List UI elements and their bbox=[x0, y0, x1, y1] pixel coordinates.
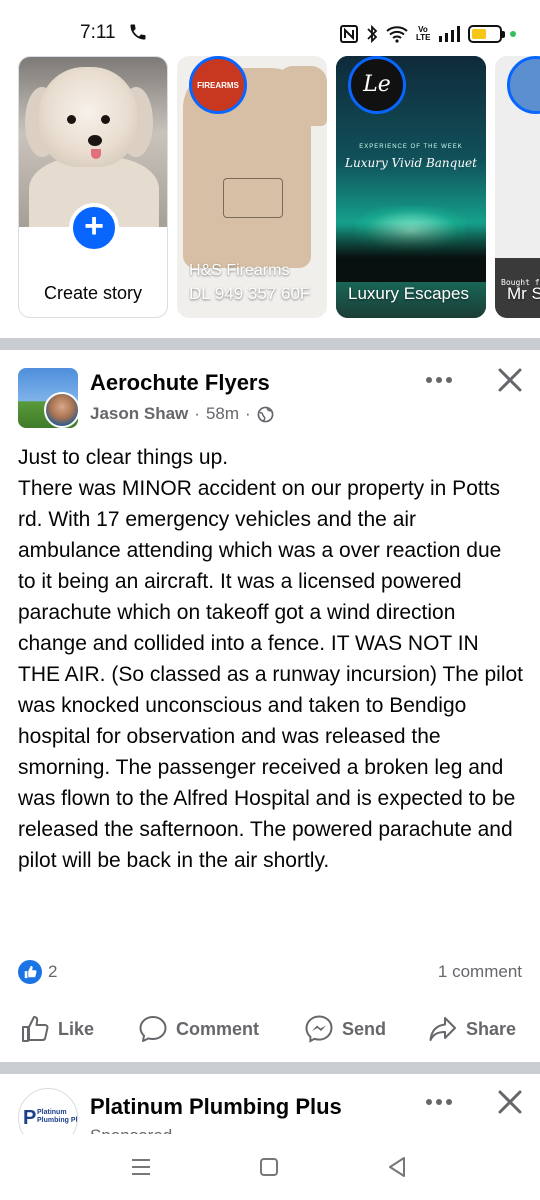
meta-separator: · bbox=[194, 404, 200, 423]
story-sublabel: DL 949 357 60F bbox=[189, 284, 311, 303]
like-button[interactable]: Like bbox=[20, 1014, 94, 1044]
story-subtitle: EXPERIENCE OF THE WEEK bbox=[359, 144, 463, 150]
comment-icon bbox=[139, 1016, 167, 1042]
post-body-text: Just to clear things up. There was MINOR… bbox=[18, 446, 523, 872]
sponsored-label: Sponsored bbox=[90, 1126, 172, 1134]
story-label: H&S Firearms bbox=[189, 262, 290, 279]
share-button[interactable]: Share bbox=[428, 1014, 516, 1044]
post-actions: Like Comment Send Share bbox=[0, 1014, 540, 1050]
send-label: Send bbox=[342, 1018, 387, 1039]
brand-logo-text: Platinum Plumbing Plus bbox=[37, 1109, 78, 1124]
page-avatar[interactable]: P Platinum Plumbing Plus bbox=[18, 1088, 78, 1134]
messenger-icon bbox=[305, 1015, 333, 1043]
like-label: Like bbox=[58, 1018, 95, 1039]
author-avatar[interactable] bbox=[44, 392, 80, 428]
wifi-icon bbox=[386, 26, 408, 43]
comment-count[interactable]: 1 comment bbox=[438, 962, 522, 982]
nfc-icon bbox=[340, 25, 358, 43]
story-label: Luxury Escapes bbox=[348, 284, 469, 303]
comment-button[interactable]: Comment bbox=[138, 1014, 259, 1044]
status-time: 7:11 bbox=[80, 22, 116, 43]
comment-label: Comment bbox=[176, 1018, 260, 1039]
story-avatar bbox=[507, 56, 540, 114]
story-avatar: FIREARMS bbox=[189, 56, 247, 114]
story-card-partial[interactable]: Bought from @ Mr S bbox=[495, 56, 540, 318]
story-card-luxury-escapes[interactable]: EXPERIENCE OF THE WEEK Luxury Vivid Banq… bbox=[336, 56, 486, 318]
brand-logo-letter: P bbox=[23, 1107, 37, 1129]
story-card-hs-firearms[interactable]: FIREARMS H&S Firearms DL 949 357 60F bbox=[177, 56, 327, 318]
status-bar: 7:11 Vo LTE bbox=[0, 0, 540, 56]
story-avatar: Le bbox=[348, 56, 406, 114]
post-meta: Jason Shaw · 58m · bbox=[90, 404, 274, 424]
story-title: Luxury Vivid Banquet bbox=[345, 156, 477, 170]
status-icons: Vo LTE bbox=[340, 22, 516, 46]
battery-icon bbox=[468, 25, 505, 43]
phone-call-icon bbox=[130, 24, 146, 40]
share-label: Share bbox=[466, 1018, 517, 1039]
section-divider bbox=[0, 338, 540, 350]
post-time[interactable]: 58m bbox=[206, 404, 239, 424]
send-button[interactable]: Send bbox=[304, 1014, 386, 1044]
more-options-icon[interactable] bbox=[424, 372, 454, 388]
battery-fill bbox=[472, 29, 487, 39]
post-page-name[interactable]: Platinum Plumbing Plus bbox=[90, 1094, 342, 1120]
globe-icon bbox=[257, 406, 274, 422]
story-label: Mr S bbox=[507, 284, 540, 303]
recent-apps-icon[interactable] bbox=[128, 1154, 154, 1180]
section-divider bbox=[0, 1062, 540, 1074]
signal-icon bbox=[439, 26, 460, 42]
stories-carousel[interactable]: + Create story FIREARMS H&S Firearms DL … bbox=[0, 56, 540, 322]
feed-post-sponsored: P Platinum Plumbing Plus Platinum Plumbi… bbox=[0, 1074, 540, 1134]
share-icon bbox=[429, 1017, 456, 1041]
create-story-card[interactable]: + Create story bbox=[18, 56, 168, 318]
profile-photo bbox=[19, 57, 167, 227]
like-reaction-icon bbox=[18, 960, 42, 984]
close-icon[interactable] bbox=[496, 1088, 524, 1116]
more-options-icon[interactable] bbox=[424, 1094, 454, 1110]
meta-separator: · bbox=[245, 404, 251, 423]
like-icon bbox=[22, 1016, 49, 1042]
reaction-count: 2 bbox=[48, 962, 58, 981]
post-page-name[interactable]: Aerochute Flyers bbox=[90, 370, 270, 396]
add-story-plus-icon[interactable]: + bbox=[69, 203, 119, 253]
system-nav-bar bbox=[0, 1134, 540, 1200]
privacy-indicator-dot bbox=[510, 31, 516, 37]
back-icon[interactable] bbox=[384, 1154, 410, 1180]
home-icon[interactable] bbox=[256, 1154, 282, 1180]
volte-indicator: Vo LTE bbox=[416, 25, 431, 42]
close-icon[interactable] bbox=[496, 366, 524, 394]
bluetooth-icon bbox=[367, 24, 378, 44]
reaction-summary[interactable]: 2 bbox=[18, 960, 57, 984]
create-story-label: Create story bbox=[43, 283, 143, 303]
post-author[interactable]: Jason Shaw bbox=[90, 404, 188, 424]
